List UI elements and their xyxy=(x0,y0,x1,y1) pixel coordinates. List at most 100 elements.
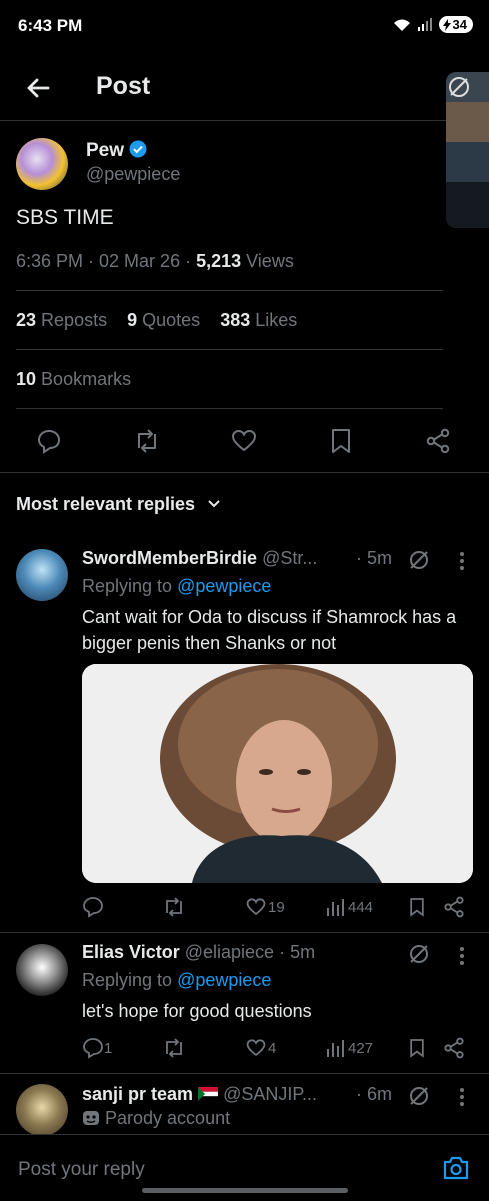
bookmark-icon xyxy=(332,429,350,453)
reply-header: Elias Victor @eliapiece · 5m xyxy=(82,942,315,963)
portrait-image xyxy=(82,664,473,883)
reply-composer xyxy=(0,1134,489,1201)
reply-header: SwordMemberBirdie @Str... xyxy=(82,548,317,569)
reply-actions: 19 444 xyxy=(82,896,467,920)
top-bar: Post xyxy=(0,58,489,121)
parody-badge: Parody account xyxy=(82,1108,230,1129)
verified-badge-icon xyxy=(129,140,147,158)
page-title: Post xyxy=(96,72,151,100)
status-icons: 34 xyxy=(393,16,473,33)
reply-author-handle[interactable]: @SANJIP... xyxy=(223,1084,317,1104)
views-label: Views xyxy=(241,251,294,271)
grok-icon[interactable] xyxy=(408,1085,430,1107)
post-text: SBS TIME xyxy=(16,206,114,229)
reply-author-name[interactable]: sanji pr team xyxy=(82,1084,193,1104)
mask-icon xyxy=(83,1111,99,1125)
replying-to: Replying to @pewpiece xyxy=(82,970,271,991)
quotes-label: Quotes xyxy=(142,310,201,330)
reply-count: 1 xyxy=(104,1040,113,1057)
reposts-stat[interactable]: 23 Reposts xyxy=(16,310,107,330)
views-icon[interactable] xyxy=(326,1039,346,1057)
reply-icon[interactable] xyxy=(82,896,104,918)
reply-author-name[interactable]: SwordMemberBirdie xyxy=(82,548,257,568)
author-name[interactable]: Pew xyxy=(86,140,147,162)
reply-time: · 5m xyxy=(279,942,316,962)
back-arrow-icon[interactable] xyxy=(22,72,54,104)
reposts-label: Reposts xyxy=(41,310,108,330)
divider xyxy=(0,932,489,933)
home-indicator xyxy=(142,1188,348,1193)
status-time: 6:43 PM xyxy=(18,16,83,35)
charging-icon xyxy=(442,18,451,31)
more-options-icon[interactable] xyxy=(458,550,466,572)
heart-icon[interactable] xyxy=(246,897,266,917)
likes-count: 383 xyxy=(220,310,251,330)
view-count: 427 xyxy=(348,1040,374,1057)
battery-level: 34 xyxy=(452,17,467,32)
replies-sort-dropdown[interactable]: Most relevant replies xyxy=(16,494,222,515)
chevron-down-icon xyxy=(208,500,220,508)
repost-icon[interactable] xyxy=(162,1037,186,1059)
bookmark-button[interactable] xyxy=(326,426,356,456)
like-button[interactable] xyxy=(229,426,259,456)
more-options-icon[interactable] xyxy=(458,1086,466,1108)
heart-icon[interactable] xyxy=(246,1038,266,1058)
like-count: 19 xyxy=(268,899,285,916)
reply-time: · 6m xyxy=(356,1084,392,1104)
more-options-icon[interactable] xyxy=(458,945,466,967)
bookmarks-stat[interactable]: 10 Bookmarks xyxy=(16,369,131,390)
views-count: 5,213 xyxy=(196,251,242,271)
grok-icon xyxy=(449,77,469,97)
reply-input[interactable] xyxy=(16,1155,420,1185)
divider xyxy=(16,349,443,350)
divider xyxy=(0,1073,489,1074)
reply-author-name[interactable]: Elias Victor xyxy=(82,942,180,962)
repost-button[interactable] xyxy=(132,426,162,456)
reply-button[interactable] xyxy=(34,426,64,456)
likes-label: Likes xyxy=(255,310,298,330)
replying-to-handle[interactable]: @pewpiece xyxy=(177,970,271,990)
post-stats: 23 Reposts 9 Quotes 383 Likes xyxy=(16,310,297,331)
reply-author-handle[interactable]: @eliapiece xyxy=(185,942,274,962)
share-icon[interactable] xyxy=(443,1037,465,1059)
author-avatar[interactable] xyxy=(16,138,68,190)
views-icon[interactable] xyxy=(326,898,346,916)
wifi-icon xyxy=(393,19,410,31)
reply-time: · 5m xyxy=(356,548,392,568)
author-name-text: Pew xyxy=(86,140,125,161)
battery-indicator: 34 xyxy=(438,16,473,33)
grok-icon[interactable] xyxy=(408,943,430,965)
reply-icon xyxy=(37,429,61,454)
reply-avatar[interactable] xyxy=(16,944,68,996)
bookmark-icon[interactable] xyxy=(409,897,425,917)
repost-icon[interactable] xyxy=(162,896,186,918)
bookmark-icon[interactable] xyxy=(409,1038,425,1058)
grok-icon[interactable] xyxy=(408,549,430,571)
reply-header: sanji pr team @SANJIP... xyxy=(82,1084,317,1105)
signal-icon xyxy=(417,17,432,31)
replying-to: Replying to @pewpiece xyxy=(82,576,271,597)
reply-avatar[interactable] xyxy=(16,1084,68,1136)
like-count: 4 xyxy=(268,1040,277,1057)
divider xyxy=(0,472,489,473)
replying-prefix: Replying to xyxy=(82,576,178,596)
reposts-count: 23 xyxy=(16,310,37,330)
author-handle[interactable]: @pewpiece xyxy=(86,164,180,185)
reply-icon[interactable] xyxy=(82,1037,104,1059)
quotes-count: 9 xyxy=(127,310,138,330)
replying-to-handle[interactable]: @pewpiece xyxy=(177,576,271,596)
quotes-stat[interactable]: 9 Quotes xyxy=(127,310,200,330)
bookmarks-label: Bookmarks xyxy=(41,369,132,389)
video-thumbnail[interactable] xyxy=(446,72,489,228)
view-count: 444 xyxy=(348,899,374,916)
replying-prefix: Replying to xyxy=(82,970,178,990)
divider xyxy=(16,408,443,409)
bookmarks-count: 10 xyxy=(16,369,37,389)
reply-image[interactable] xyxy=(82,664,473,883)
likes-stat[interactable]: 383 Likes xyxy=(220,310,297,330)
share-icon[interactable] xyxy=(443,896,465,918)
reply-author-handle[interactable]: @Str... xyxy=(262,548,317,568)
share-button[interactable] xyxy=(423,426,453,456)
camera-icon[interactable] xyxy=(442,1155,470,1181)
reply-avatar[interactable] xyxy=(16,549,68,601)
